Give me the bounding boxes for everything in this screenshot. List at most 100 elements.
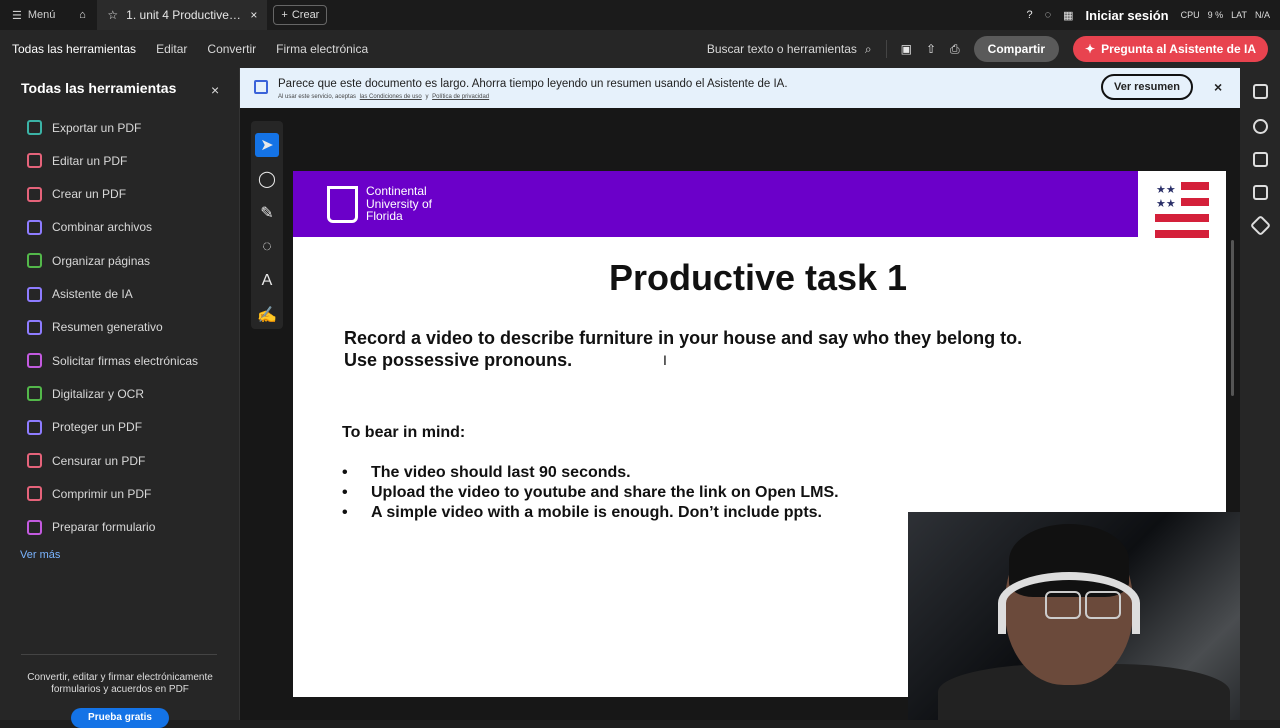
bookmarks-panel-icon[interactable] [1253,152,1268,167]
sidebar-item[interactable]: Editar un PDF [27,153,127,169]
tool-icon [27,319,42,335]
search-icon: ⌕ [864,41,872,56]
ai-summary-banner: Parece que este documento es largo. Ahor… [240,68,1240,108]
sidebar-item[interactable]: Crear un PDF [27,186,126,202]
summary-panel-icon[interactable] [1253,84,1268,99]
sidebar-item-label: Digitalizar y OCR [52,386,145,401]
document-tab[interactable]: ☆ 1. unit 4 Productive t... × [97,0,268,30]
ai-assistant-button[interactable]: ✦ Pregunta al Asistente de IA [1073,36,1268,62]
share-button[interactable]: Compartir [973,36,1059,62]
quick-tools-palette: ➤ ◯ ✎ ◌ A ✍ [251,121,283,329]
banner-legal-prefix: Al usar este servicio, aceptas [278,94,357,100]
home-icon: ⌂ [79,9,86,21]
list-item: • Upload the video to youtube and share t… [342,483,839,503]
toolbar-divider [885,40,887,58]
sign-tool[interactable]: ✍ [255,303,279,327]
help-icon[interactable]: ? [1026,9,1032,21]
cpu-value: 9 % [1207,10,1224,20]
tool-icon [27,219,42,235]
comment-tool[interactable]: ◯ [255,167,279,191]
close-sidebar-icon[interactable]: × [211,82,219,98]
menu-label: Menú [27,9,56,21]
top-right-controls: ? ◌ ▦ Iniciar sesión CPU 9 % LAT N/A [1026,0,1270,30]
sidebar-item[interactable]: Proteger un PDF [27,419,142,435]
sidebar-item[interactable]: Organizar páginas [27,253,151,269]
star-icon[interactable]: ☆ [107,8,118,22]
logo-line-1: Continental [366,184,427,198]
sidebar-item[interactable]: Resumen generativo [27,319,163,335]
glasses-left-icon [1045,591,1081,619]
text-tool[interactable]: A [255,269,279,293]
ai-assistant-icon: ✦ [1085,42,1096,56]
menu-button[interactable]: ☰ Menú [0,0,67,30]
sidebar-title: Todas las herramientas [21,80,177,96]
sidebar-item[interactable]: Censurar un PDF [27,453,145,468]
page-title: Productive task 1 [608,257,908,298]
bell-icon[interactable]: ◌ [1045,9,1052,21]
list-item-text: Upload the video to youtube and share th… [371,484,839,501]
tool-icon [27,453,42,468]
svg-text:★★: ★★ [1156,197,1176,210]
list-item: • The video should last 90 seconds. [342,463,839,483]
signin-link[interactable]: Iniciar sesión [1086,8,1169,23]
sidebar-item[interactable]: Preparar formulario [27,519,156,535]
na-label: N/A [1254,10,1270,20]
list-item-text: The video should last 90 seconds. [371,464,631,481]
sidebar-item-label: Resumen generativo [52,320,163,335]
ai-assistant-label: Pregunta al Asistente de IA [1101,42,1256,56]
banner-legal: Al usar este servicio, aceptas las Condi… [278,94,491,100]
terms-link[interactable]: las Condiciones de uso [360,94,422,100]
sidebar-item[interactable]: Solicitar firmas electrónicas [27,353,198,369]
comments-panel-icon[interactable] [1253,119,1268,134]
close-banner-icon[interactable]: × [1214,79,1222,95]
see-more-link[interactable]: Ver más [20,549,60,561]
sidebar-item-label: Exportar un PDF [52,120,142,135]
tool-icon [27,286,42,302]
close-icon[interactable]: × [250,8,257,22]
nav-all-tools[interactable]: Todas las herramientas [12,42,136,56]
nav-edit[interactable]: Editar [156,42,187,56]
task-line-2: Use possessive pronouns. [344,350,573,370]
sidebar-item[interactable]: Exportar un PDF [27,120,141,135]
sidebar-item-label: Organizar páginas [52,253,151,268]
title-bar: ☰ Menú ⌂ ☆ 1. unit 4 Productive t... × +… [0,0,1280,30]
nav-esign[interactable]: Firma electrónica [276,42,368,56]
apps-grid-icon[interactable]: ▦ [1063,9,1073,22]
sidebar-item-label: Combinar archivos [52,220,153,235]
save-icon[interactable]: ▣ [901,42,912,56]
draw-tool[interactable]: ◌ [255,235,279,259]
sidebar-item[interactable]: Asistente de IA [27,286,133,302]
sidebar-item[interactable]: Combinar archivos [27,219,153,235]
pages-panel-icon[interactable] [1253,185,1268,200]
print-icon[interactable]: ⎙ [950,42,960,57]
tab-title: 1. unit 4 Productive t... [126,8,243,22]
nav-convert[interactable]: Convertir [207,42,256,56]
webcam-overlay [908,512,1280,720]
highlight-tool[interactable]: ✎ [255,201,279,225]
sidebar-item-label: Asistente de IA [52,287,133,301]
university-logo-text: Continental University of Florida [366,185,432,223]
free-trial-button[interactable]: Prueba gratis [71,708,169,728]
sidebar-item-label: Preparar formulario [52,520,156,535]
create-button[interactable]: + Crear [273,5,328,25]
task-line-1: Record a video to describe furniture in … [344,328,1023,348]
vertical-scrollbar[interactable] [1231,240,1234,396]
banner-legal-and: y [425,94,429,100]
home-button[interactable]: ⌂ [67,0,97,30]
sidebar-item[interactable]: Comprimir un PDF [27,486,152,502]
select-tool[interactable]: ➤ [255,133,279,157]
privacy-link[interactable]: Política de privacidad [432,94,489,100]
lat-label: LAT [1231,10,1247,20]
sidebar-item-label: Comprimir un PDF [52,486,152,501]
view-summary-button[interactable]: Ver resumen [1101,74,1193,100]
layers-panel-icon[interactable] [1249,214,1272,237]
us-flag-icon: ★★ ★★ [1155,182,1209,238]
sidebar-item[interactable]: Digitalizar y OCR [27,386,145,402]
search-tools-button[interactable]: Buscar texto o herramientas ⌕ [707,42,872,57]
cloud-upload-icon[interactable]: ⇧ [926,42,936,56]
sidebar-divider [21,654,217,655]
cpu-label: CPU [1180,10,1200,20]
signature-icon: ✍ [257,307,277,324]
tool-icon [27,486,42,502]
list-item: • A simple video with a mobile is enough.… [342,503,839,523]
